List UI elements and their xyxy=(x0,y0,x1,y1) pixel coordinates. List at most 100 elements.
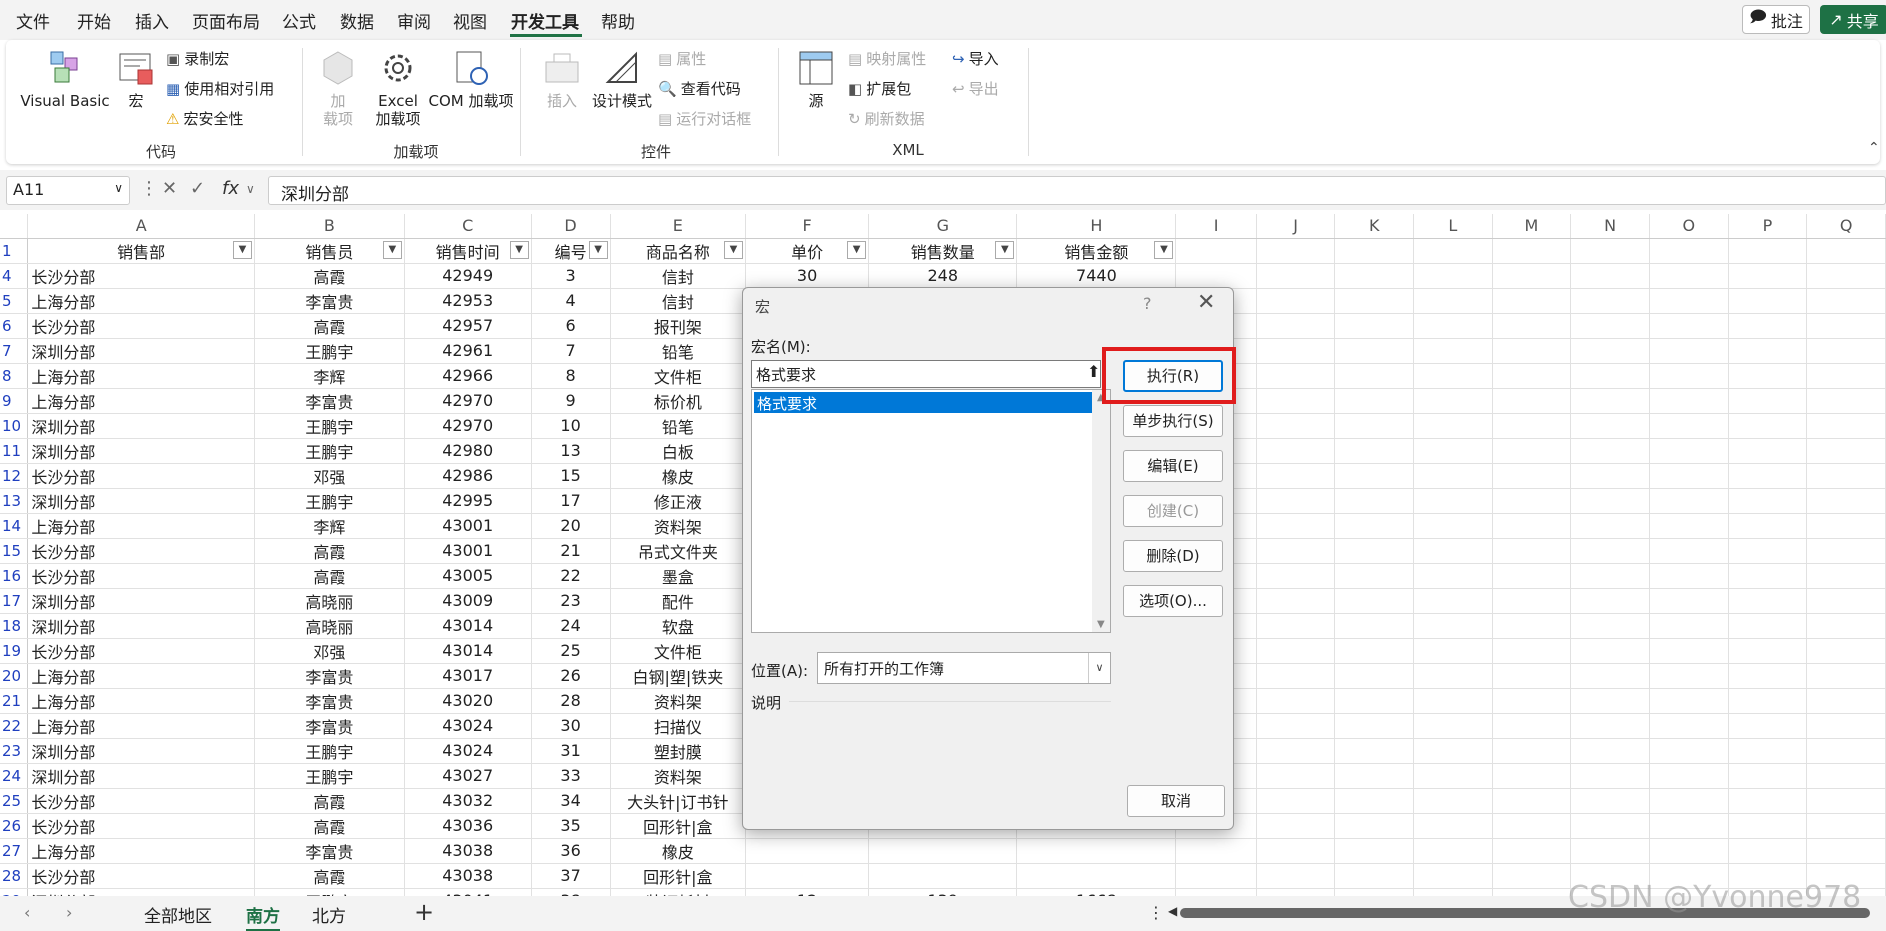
tab-home[interactable]: 开始 xyxy=(77,8,111,33)
cell[interactable] xyxy=(1413,263,1493,289)
cell[interactable] xyxy=(1334,513,1414,539)
cell[interactable]: 43024 xyxy=(404,738,532,764)
cell[interactable]: 长沙分部 xyxy=(27,863,255,889)
cell[interactable] xyxy=(1256,788,1336,814)
header-cell[interactable]: 销售员 ▼ xyxy=(254,238,405,264)
cell[interactable] xyxy=(1806,763,1886,789)
cell[interactable] xyxy=(1334,438,1414,464)
cell[interactable]: 23 xyxy=(531,588,611,614)
cell[interactable] xyxy=(1413,688,1493,714)
cell[interactable] xyxy=(1413,613,1493,639)
cell[interactable]: 深圳分部 xyxy=(27,613,255,639)
cell[interactable] xyxy=(1806,413,1886,439)
cell[interactable] xyxy=(1649,638,1729,664)
cell[interactable] xyxy=(1649,738,1729,764)
row-header[interactable]: 1 xyxy=(0,238,29,264)
cell[interactable]: 墨盒 xyxy=(610,563,747,589)
cell[interactable] xyxy=(1570,463,1650,489)
cell[interactable]: 43036 xyxy=(404,813,532,839)
use-relative-references-button[interactable]: ▦ 使用相对引用 xyxy=(166,78,274,99)
cell[interactable]: 34 xyxy=(531,788,611,814)
cell[interactable] xyxy=(1334,388,1414,414)
cell[interactable] xyxy=(1413,638,1493,664)
cell[interactable]: 深圳分部 xyxy=(27,763,255,789)
cell[interactable] xyxy=(1806,238,1886,264)
cell[interactable] xyxy=(1413,663,1493,689)
cell[interactable] xyxy=(1728,438,1808,464)
cell[interactable] xyxy=(1413,738,1493,764)
share-button[interactable]: ↗ 共享 xyxy=(1820,5,1886,34)
cell[interactable]: 10 xyxy=(531,413,611,439)
cell[interactable] xyxy=(1806,313,1886,339)
collapse-ribbon-icon[interactable]: ⌃ xyxy=(1868,140,1880,156)
cell[interactable] xyxy=(1334,413,1414,439)
cell[interactable]: 报刊架 xyxy=(610,313,747,339)
cell[interactable] xyxy=(1256,713,1336,739)
cell[interactable] xyxy=(1806,363,1886,389)
addins-button[interactable]: 加 载项 xyxy=(318,48,358,128)
cell[interactable] xyxy=(1334,363,1414,389)
cell[interactable]: 12 xyxy=(745,888,870,896)
cell[interactable] xyxy=(1492,363,1572,389)
cell[interactable] xyxy=(1413,838,1493,864)
cell[interactable] xyxy=(1649,588,1729,614)
row-header[interactable]: 6 xyxy=(0,313,29,339)
list-item[interactable]: 格式要求 xyxy=(754,392,1092,413)
cell[interactable] xyxy=(1728,713,1808,739)
cell[interactable] xyxy=(1649,663,1729,689)
cell[interactable] xyxy=(1649,363,1729,389)
cell[interactable] xyxy=(1649,813,1729,839)
row-header[interactable]: 16 xyxy=(0,563,29,589)
cell[interactable]: 43014 xyxy=(404,613,532,639)
cell[interactable] xyxy=(1334,288,1414,314)
edit-button[interactable]: 编辑(E) xyxy=(1123,450,1223,482)
cell[interactable] xyxy=(1413,413,1493,439)
cell[interactable] xyxy=(1256,513,1336,539)
cell[interactable]: 回形针|盒 xyxy=(610,813,747,839)
cell[interactable] xyxy=(1728,838,1808,864)
cell[interactable] xyxy=(1413,363,1493,389)
cell[interactable]: 28 xyxy=(531,688,611,714)
cell[interactable] xyxy=(1728,638,1808,664)
cell[interactable] xyxy=(1413,563,1493,589)
filter-active-icon[interactable]: ▼ xyxy=(232,240,252,259)
cell[interactable] xyxy=(1256,888,1336,896)
cell[interactable] xyxy=(1334,263,1414,289)
cell[interactable] xyxy=(1806,813,1886,839)
cell[interactable]: 李富贵 xyxy=(254,288,405,314)
cell[interactable] xyxy=(1728,588,1808,614)
cell[interactable] xyxy=(1492,663,1572,689)
cell[interactable] xyxy=(1806,738,1886,764)
select-all-corner[interactable] xyxy=(0,214,29,239)
row-header[interactable]: 19 xyxy=(0,638,29,664)
cell[interactable] xyxy=(1806,463,1886,489)
cell[interactable]: 深圳分部 xyxy=(27,588,255,614)
view-code-button[interactable]: 🔍 查看代码 xyxy=(658,78,741,99)
cell[interactable] xyxy=(1570,813,1650,839)
cell[interactable] xyxy=(1806,513,1886,539)
cell[interactable] xyxy=(1570,263,1650,289)
cell[interactable] xyxy=(1649,438,1729,464)
cell[interactable] xyxy=(1649,313,1729,339)
cell[interactable]: 王鹏宇 xyxy=(254,413,405,439)
cell[interactable] xyxy=(1570,588,1650,614)
cell[interactable] xyxy=(1492,538,1572,564)
cell[interactable]: 43001 xyxy=(404,513,532,539)
cell[interactable] xyxy=(1175,238,1257,264)
cell[interactable]: 31 xyxy=(531,738,611,764)
cell[interactable]: 深圳分部 xyxy=(27,438,255,464)
cell[interactable]: 高霞 xyxy=(254,813,405,839)
map-properties-button[interactable]: ▤ 映射属性 xyxy=(848,48,926,69)
row-header[interactable]: 21 xyxy=(0,688,29,714)
cell[interactable] xyxy=(1649,413,1729,439)
cell[interactable] xyxy=(1256,588,1336,614)
column-header[interactable]: J xyxy=(1256,214,1336,239)
cell[interactable] xyxy=(1806,488,1886,514)
cell[interactable]: 装订耗材 xyxy=(610,888,747,896)
cell[interactable]: 高晓丽 xyxy=(254,613,405,639)
cell[interactable]: 3 xyxy=(531,263,611,289)
cell[interactable] xyxy=(1492,888,1572,896)
cell[interactable]: 24 xyxy=(531,613,611,639)
cell[interactable]: 1668 xyxy=(1016,888,1177,896)
cell[interactable] xyxy=(1649,388,1729,414)
